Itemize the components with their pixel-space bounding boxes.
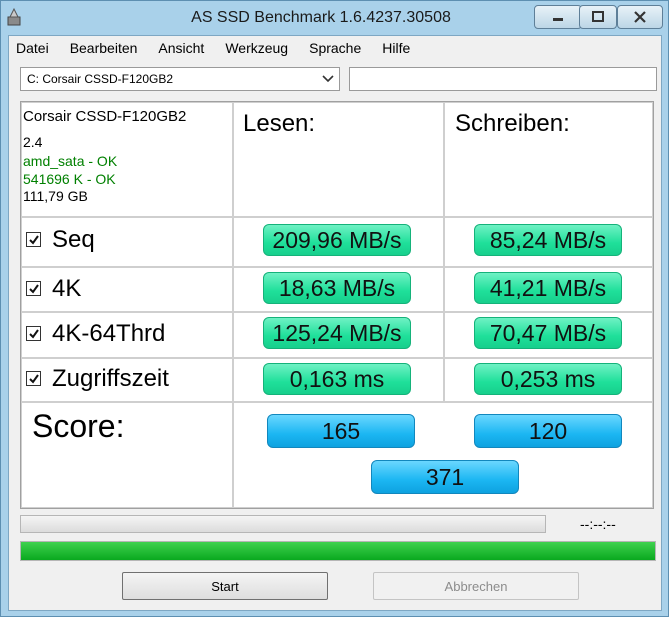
access-time-read-value: 0,163 ms [263, 363, 411, 395]
checkmark-icon [29, 329, 39, 339]
seq-read-value: 209,96 MB/s [263, 224, 411, 256]
drive-dropdown[interactable]: C: Corsair CSSD-F120GB2 [20, 67, 340, 91]
write-column-header: Schreiben: [455, 110, 570, 137]
seq-checkbox[interactable] [26, 232, 41, 247]
alignment-status: 541696 K - OK [23, 171, 116, 187]
maximize-icon [592, 11, 604, 22]
client-area: Datei Bearbeiten Ansicht Werkzeug Sprach… [8, 35, 662, 611]
elapsed-time: --:--:-- [580, 516, 616, 532]
menu-bearbeiten[interactable]: Bearbeiten [70, 40, 138, 56]
4k-checkbox[interactable] [26, 281, 41, 296]
menu-datei[interactable]: Datei [16, 40, 49, 56]
menu-bar: Datei Bearbeiten Ansicht Werkzeug Sprach… [9, 36, 661, 60]
close-icon [634, 11, 646, 23]
4k-label: 4K [52, 275, 82, 302]
checkmark-icon [29, 374, 39, 384]
maximize-button[interactable] [579, 5, 617, 29]
abort-button[interactable]: Abbrechen [373, 572, 579, 600]
4k-64thrd-write-value: 70,47 MB/s [474, 317, 622, 349]
app-window: AS SSD Benchmark 1.6.4237.30508 Datei Be… [0, 0, 669, 617]
4k-64thrd-read-value: 125,24 MB/s [263, 317, 411, 349]
4k-write-value: 41,21 MB/s [474, 272, 622, 304]
chevron-down-icon [322, 72, 334, 86]
checkmark-icon [29, 284, 39, 294]
overall-progress-bar [20, 541, 656, 561]
drive-dropdown-value: C: Corsair CSSD-F120GB2 [27, 72, 174, 86]
drive-text-field[interactable] [349, 67, 657, 91]
checkmark-icon [29, 235, 39, 245]
menu-sprache[interactable]: Sprache [309, 40, 361, 56]
total-score: 371 [371, 460, 519, 494]
menu-ansicht[interactable]: Ansicht [158, 40, 204, 56]
access-time-label: Zugriffszeit [52, 365, 169, 392]
start-button[interactable]: Start [122, 572, 328, 600]
write-score: 120 [474, 414, 622, 448]
minimize-icon [553, 18, 563, 21]
firmware-version: 2.4 [23, 134, 43, 150]
seq-label: Seq [52, 226, 95, 253]
menu-werkzeug[interactable]: Werkzeug [225, 40, 288, 56]
drive-capacity: 111,79 GB [23, 188, 88, 204]
close-button[interactable] [617, 5, 663, 29]
test-progress-bar [20, 515, 546, 533]
4k-read-value: 18,63 MB/s [263, 272, 411, 304]
access-time-checkbox[interactable] [26, 371, 41, 386]
read-column-header: Lesen: [243, 110, 316, 137]
menu-hilfe[interactable]: Hilfe [382, 40, 410, 56]
read-score: 165 [267, 414, 415, 448]
seq-write-value: 85,24 MB/s [474, 224, 622, 256]
driver-status: amd_sata - OK [23, 153, 118, 169]
score-label: Score: [32, 408, 125, 444]
4k-64thrd-label: 4K-64Thrd [52, 320, 166, 347]
drive-model: Corsair CSSD-F120GB2 [23, 108, 187, 125]
overall-progress-fill [21, 542, 655, 560]
minimize-button[interactable] [534, 5, 582, 29]
title-bar[interactable]: AS SSD Benchmark 1.6.4237.30508 [1, 1, 668, 35]
4k-64thrd-checkbox[interactable] [26, 326, 41, 341]
access-time-write-value: 0,253 ms [474, 363, 622, 395]
